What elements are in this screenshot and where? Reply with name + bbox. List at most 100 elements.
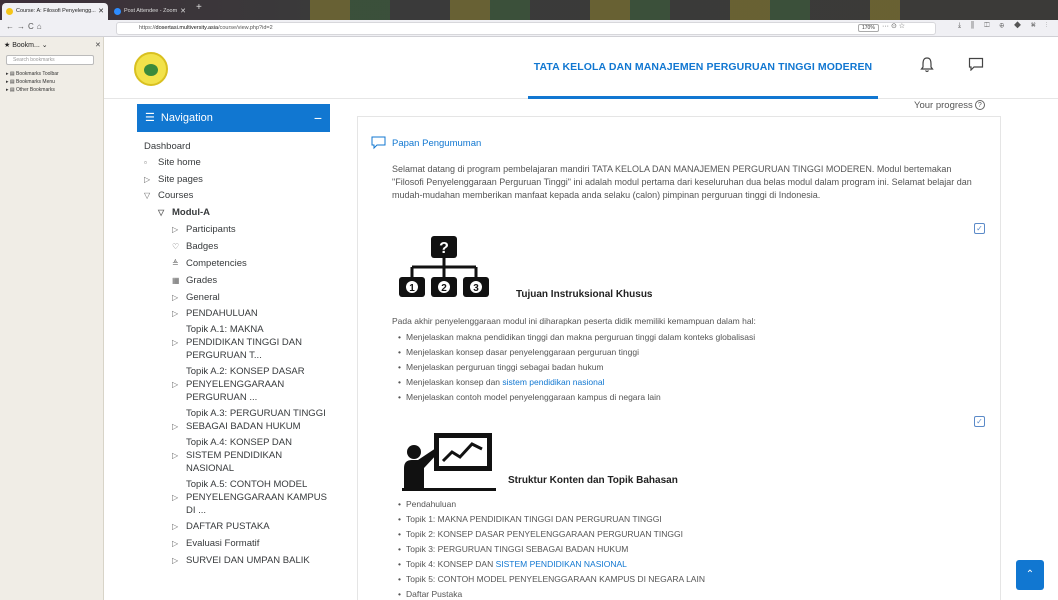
nav-label: Dashboard xyxy=(144,141,191,152)
nav-item-topik-a2-line2[interactable]: ▷ PENYELENGGARAAN xyxy=(172,379,285,391)
bookmarks-search-input[interactable]: Search bookmarks xyxy=(6,55,94,65)
nav-item-topik-a4-line3[interactable]: NASIONAL xyxy=(186,463,234,475)
back-icon[interactable]: ← xyxy=(6,22,17,31)
bookmarks-item-other[interactable]: ▸ ▤ Other Bookmarks xyxy=(6,87,55,93)
nav-label: Badges xyxy=(186,241,219,252)
expand-icon: ▷ xyxy=(172,493,179,502)
toolbar-icons[interactable]: ⤓ ⫼ ◫ ⊕ ◆ ⌘ ⋮ xyxy=(958,22,1052,30)
home-icon[interactable]: ⌂ xyxy=(37,22,45,31)
expand-icon: ▷ xyxy=(172,451,179,460)
help-icon[interactable]: ? xyxy=(974,100,985,111)
url-domain: dosertasi.multiversity.asia xyxy=(155,25,219,31)
title-underline xyxy=(528,96,878,99)
nav-item-participants[interactable]: ▷ Participants xyxy=(172,224,236,236)
nav-item-topik-a4[interactable]: Topik A.4: KONSEP DAN xyxy=(186,437,292,449)
close-tab-icon[interactable]: ✕ xyxy=(180,3,186,20)
tab-label: Course: A: Filosofi Penyelengg... xyxy=(16,8,96,14)
nav-label: Evaluasi Formatif xyxy=(186,538,260,549)
nav-item-topik-a1[interactable]: Topik A.1: MAKNA xyxy=(186,324,264,336)
site-logo[interactable] xyxy=(134,52,168,86)
welcome-text: Selamat datang di program pembelajaran m… xyxy=(392,164,972,200)
nav-item-site-home[interactable]: ▫ Site home xyxy=(144,157,201,169)
nav-item-competencies[interactable]: ≜ Competencies xyxy=(172,258,247,270)
nav-item-grades[interactable]: ▦ Grades xyxy=(172,275,217,287)
forum-icon xyxy=(371,136,386,150)
list-item: Topik 5: CONTOH MODEL PENYELENGGARAAN KA… xyxy=(398,574,705,584)
tujuan-intro: Pada akhir penyelenggaraan modul ini dih… xyxy=(392,316,756,326)
sistem-pendidikan-nasional-link[interactable]: SISTEM PENDIDIKAN NASIONAL xyxy=(496,559,627,569)
nav-item-topik-a5-line3[interactable]: DI ... xyxy=(186,505,206,517)
expand-icon: ▷ xyxy=(172,539,179,548)
nav-label: Site pages xyxy=(158,174,203,185)
grades-table-icon: ▦ xyxy=(172,276,180,285)
nav-item-survei[interactable]: ▷ SURVEI DAN UMPAN BALIK xyxy=(172,555,310,567)
collapse-caret-icon: ▽ xyxy=(144,191,151,200)
nav-label: Topik A.1: MAKNA xyxy=(186,324,264,335)
nav-item-topik-a3[interactable]: Topik A.3: PERGURUAN TINGGI xyxy=(186,408,326,420)
nav-item-modul-a[interactable]: ▽ Modul-A xyxy=(158,207,210,219)
list-item-text: Topik 2: KONSEP DASAR PENYELENGGARAAN PE… xyxy=(405,529,683,539)
org-number-text: 3 xyxy=(473,283,479,294)
nav-item-topik-a4-line2[interactable]: ▷ SISTEM PENDIDIKAN xyxy=(172,450,282,462)
org-question-text: ? xyxy=(439,240,449,257)
browser-tab-course[interactable]: Course: A: Filosofi Penyelengg... ✕ xyxy=(2,3,108,20)
close-tab-icon[interactable]: ✕ xyxy=(98,3,104,20)
list-item-text: Topik 3: PERGURUAN TINGGI SEBAGAI BADAN … xyxy=(405,544,629,554)
nav-item-courses[interactable]: ▽ Courses xyxy=(144,190,193,202)
nav-item-topik-a5-line2[interactable]: ▷ PENYELENGGARAAN KAMPUS xyxy=(172,492,327,504)
browser-tab-strip: Course: A: Filosofi Penyelengg... ✕ Post… xyxy=(0,0,1058,20)
sistem-pendidikan-link[interactable]: sistem pendidikan nasional xyxy=(502,377,604,387)
nav-item-topik-a5[interactable]: Topik A.5: CONTOH MODEL xyxy=(186,479,307,491)
org-number-text: 1 xyxy=(409,283,415,294)
nav-label: General xyxy=(186,292,220,303)
messages-icon[interactable] xyxy=(968,57,984,71)
nav-label: DAFTAR PUSTAKA xyxy=(186,521,270,532)
nav-item-topik-a3-line2[interactable]: ▷ SEBAGAI BADAN HUKUM xyxy=(172,421,301,433)
nav-item-general[interactable]: ▷ General xyxy=(172,292,220,304)
site-title[interactable]: TATA KELOLA DAN MANAJEMEN PERGURUAN TING… xyxy=(528,55,878,79)
nav-item-topik-a2[interactable]: Topik A.2: KONSEP DASAR xyxy=(186,366,305,378)
nav-item-dashboard[interactable]: Dashboard xyxy=(144,141,190,153)
bookmarks-item-toolbar[interactable]: ▸ ▤ Bookmarks Toolbar xyxy=(6,71,59,77)
nav-item-evaluasi-formatif[interactable]: ▷ Evaluasi Formatif xyxy=(172,538,260,550)
badge-icon: ♡ xyxy=(172,242,180,251)
nav-item-topik-a2-line3[interactable]: PERGURUAN ... xyxy=(186,392,257,404)
bookmarks-item-menu[interactable]: ▸ ▤ Bookmarks Menu xyxy=(6,79,55,85)
reload-icon[interactable]: C xyxy=(28,22,37,31)
favicon-icon xyxy=(6,8,13,15)
completion-checkbox[interactable]: ✓ xyxy=(974,223,985,234)
browser-tab-zoom[interactable]: Post Attendee - Zoom ✕ xyxy=(110,3,190,20)
tujuan-title: Tujuan Instruksional Khusus xyxy=(516,289,653,300)
notification-bell-icon[interactable] xyxy=(920,57,934,73)
list-item: Topik 2: KONSEP DASAR PENYELENGGARAAN PE… xyxy=(398,529,683,539)
collapse-icon[interactable]: − xyxy=(314,104,322,132)
navigation-block-header[interactable]: ☰ Navigation − xyxy=(137,104,330,132)
list-item: Menjelaskan perguruan tinggi sebagai bad… xyxy=(398,362,604,372)
nav-label: PENYELENGGARAAN xyxy=(186,379,285,390)
nav-item-pendahuluan[interactable]: ▷ PENDAHULUAN xyxy=(172,308,258,320)
forward-icon[interactable]: → xyxy=(17,22,28,31)
nav-label: PENDIDIKAN TINGGI DAN xyxy=(186,337,302,348)
nav-buttons[interactable]: ←→C⌂ xyxy=(6,22,45,31)
nav-label: Topik A.4: KONSEP DAN xyxy=(186,437,292,448)
expand-icon: ▷ xyxy=(172,522,179,531)
back-to-top-button[interactable]: ⌃ xyxy=(1016,560,1044,590)
nav-label: PERGURUAN T... xyxy=(186,350,262,361)
close-icon[interactable]: ✕ xyxy=(95,41,101,49)
announcements-link[interactable]: Papan Pengumuman xyxy=(392,138,481,149)
expand-icon: ▷ xyxy=(172,556,179,565)
nav-item-daftar-pustaka[interactable]: ▷ DAFTAR PUSTAKA xyxy=(172,521,270,533)
new-tab-button[interactable]: + xyxy=(196,2,202,13)
list-item-text: Daftar Pustaka xyxy=(405,589,463,599)
bookmarks-title[interactable]: ★ Bookm... ⌄ xyxy=(4,41,48,49)
tab-label: Post Attendee - Zoom xyxy=(124,8,178,14)
completion-checkbox[interactable]: ✓ xyxy=(974,416,985,427)
page-actions-icon[interactable]: ··· ⊙ ☆ xyxy=(882,22,905,30)
nav-item-topik-a1-line2[interactable]: ▷ PENDIDIKAN TINGGI DAN xyxy=(172,337,302,349)
address-bar[interactable]: https://dosertasi.multiversity.asia/cour… xyxy=(116,22,936,35)
nav-item-topik-a1-line3[interactable]: PERGURUAN T... xyxy=(186,350,262,362)
nav-item-badges[interactable]: ♡ Badges xyxy=(172,241,219,253)
zoom-level-badge[interactable]: 170% xyxy=(858,24,879,32)
expand-icon: ▷ xyxy=(172,338,179,347)
nav-item-site-pages[interactable]: ▷ Site pages xyxy=(144,174,203,186)
